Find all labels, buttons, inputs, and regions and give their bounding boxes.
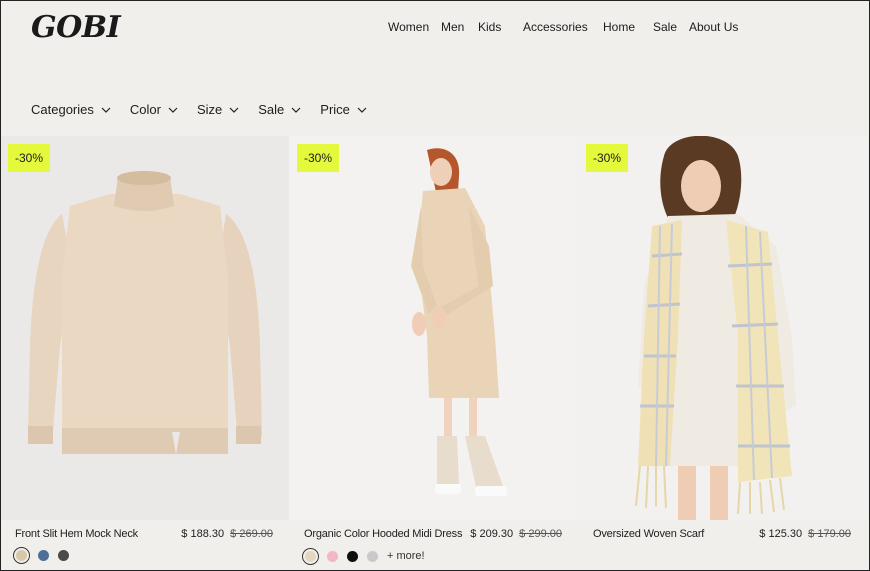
product-price: $ 209.30 $ 299.00 xyxy=(470,528,562,540)
filter-label: Size xyxy=(196,102,223,117)
nav-men[interactable]: Men xyxy=(441,20,478,34)
chevron-down-icon xyxy=(168,107,178,113)
nav-women[interactable]: Women xyxy=(388,20,441,34)
product-name[interactable]: Oversized Woven Scarf xyxy=(593,528,704,540)
color-swatches xyxy=(13,550,78,561)
product-price: $ 188.30 $ 269.00 xyxy=(181,528,273,540)
filter-label: Sale xyxy=(258,102,285,117)
scarf-model-image xyxy=(635,136,796,520)
product-info: Organic Color Hooded Midi Dress $ 209.30… xyxy=(289,520,578,571)
original-price: $ 299.00 xyxy=(519,528,562,540)
filter-label: Price xyxy=(320,102,350,117)
color-swatch-cream[interactable] xyxy=(305,550,316,562)
color-swatch-charcoal[interactable] xyxy=(58,550,69,561)
product-card[interactable]: -30% Front Slit Hem Mock Neck $ 188.30 $… xyxy=(0,136,289,571)
brand-logo[interactable]: GOBI xyxy=(31,10,121,45)
product-card[interactable]: -30% Oversized Woven Scarf $ 125.30 $ 17… xyxy=(578,136,867,571)
nav-home[interactable]: Home xyxy=(603,20,653,34)
filter-categories[interactable]: Categories xyxy=(31,102,111,117)
product-image[interactable]: -30% xyxy=(289,136,578,520)
more-colors-link[interactable]: + more! xyxy=(387,550,425,562)
discount-badge: -30% xyxy=(586,144,629,172)
main-nav: Women Men Kids Accessories Home Sale Abo… xyxy=(388,20,738,34)
filter-bar: Categories Color Size Sale Price xyxy=(31,102,386,117)
dress-model-image xyxy=(411,148,507,496)
product-info: Front Slit Hem Mock Neck $ 188.30 $ 269.… xyxy=(0,520,289,571)
current-price: $ 188.30 xyxy=(181,528,225,540)
discount-badge: -30% xyxy=(297,144,340,172)
current-price: $ 125.30 xyxy=(759,528,803,540)
product-name[interactable]: Front Slit Hem Mock Neck xyxy=(15,528,138,540)
chevron-down-icon xyxy=(291,107,301,113)
filter-price[interactable]: Price xyxy=(320,102,367,117)
chevron-down-icon xyxy=(229,107,239,113)
product-price: $ 125.30 $ 179.00 xyxy=(759,528,851,540)
color-swatches: + more! xyxy=(302,550,425,562)
filter-label: Color xyxy=(129,102,161,117)
product-card[interactable]: -30% Organic Color Hooded Midi Dress $ 2… xyxy=(289,136,578,571)
current-price: $ 209.30 xyxy=(470,528,514,540)
filter-label: Categories xyxy=(31,102,94,117)
nav-accessories[interactable]: Accessories xyxy=(523,20,603,34)
original-price: $ 269.00 xyxy=(230,528,273,540)
color-swatch-black[interactable] xyxy=(347,550,358,562)
chevron-down-icon xyxy=(101,107,111,113)
product-info: Oversized Woven Scarf $ 125.30 $ 179.00 xyxy=(578,520,867,571)
discount-badge: -30% xyxy=(8,144,51,172)
chevron-down-icon xyxy=(357,107,367,113)
filter-color[interactable]: Color xyxy=(130,102,178,117)
color-swatch-blue[interactable] xyxy=(38,550,49,561)
sweater-image xyxy=(28,171,262,454)
product-grid: -30% Front Slit Hem Mock Neck $ 188.30 $… xyxy=(0,136,870,571)
color-swatch-pink[interactable] xyxy=(327,550,338,562)
product-image[interactable]: -30% xyxy=(578,136,867,520)
color-swatch-grey[interactable] xyxy=(367,550,378,562)
nav-about-us[interactable]: About Us xyxy=(689,20,738,34)
original-price: $ 179.00 xyxy=(808,528,851,540)
nav-kids[interactable]: Kids xyxy=(478,20,523,34)
filter-size[interactable]: Size xyxy=(197,102,239,117)
color-swatch-beige[interactable] xyxy=(16,550,27,561)
product-image[interactable]: -30% xyxy=(0,136,289,520)
nav-sale[interactable]: Sale xyxy=(653,20,689,34)
filter-sale[interactable]: Sale xyxy=(258,102,301,117)
product-name[interactable]: Organic Color Hooded Midi Dress xyxy=(304,528,462,540)
